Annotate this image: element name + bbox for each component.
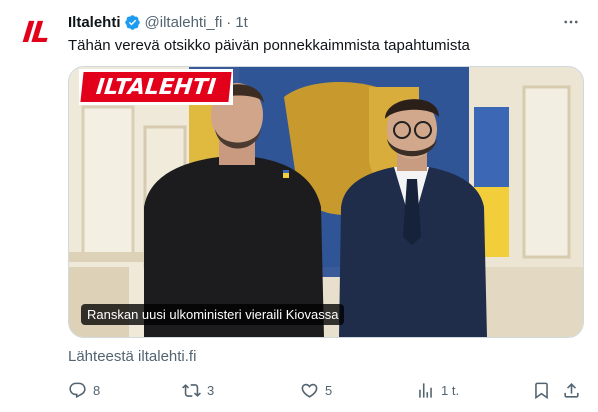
- iltalehti-logo: ILTALEHTI: [79, 69, 233, 105]
- share-button[interactable]: [562, 378, 581, 402]
- retweet-icon: [182, 383, 201, 397]
- tweet-header: Iltalehti @iltalehti_fi · 1t: [68, 11, 582, 33]
- like-button[interactable]: 5: [300, 378, 332, 402]
- header-separator: ·: [226, 13, 232, 31]
- views-icon: [419, 382, 432, 398]
- action-bar: 8 3 5 1 t.: [68, 378, 582, 402]
- bookmark-icon: [535, 382, 548, 399]
- link-card[interactable]: ILTALEHTI Ranskan uusi ulkoministeri vie…: [68, 66, 584, 338]
- iltalehti-logo-text: ILTALEHTI: [80, 72, 232, 102]
- account-name[interactable]: Iltalehti: [68, 14, 121, 31]
- avatar-logo: IL: [21, 15, 51, 49]
- share-icon: [564, 382, 579, 398]
- reply-count: 8: [93, 382, 101, 398]
- account-handle[interactable]: @iltalehti_fi: [145, 14, 223, 31]
- retweet-button[interactable]: 3: [182, 378, 214, 402]
- card-caption: Ranskan uusi ulkoministeri vieraili Kiov…: [81, 304, 345, 325]
- tweet-text: Tähän verevä otsikko päivän ponnekkaimmi…: [68, 37, 470, 54]
- bookmark-button[interactable]: [532, 378, 551, 402]
- more-options-icon[interactable]: [560, 11, 582, 33]
- reply-icon: [69, 382, 86, 398]
- views-button[interactable]: 1 t.: [416, 378, 459, 402]
- retweet-count: 3: [207, 382, 215, 398]
- like-count: 5: [325, 382, 333, 398]
- reply-button[interactable]: 8: [68, 378, 100, 402]
- verified-badge-icon: [124, 14, 141, 31]
- article-photo: [69, 67, 583, 337]
- views-count: 1 t.: [441, 382, 460, 398]
- card-source-link[interactable]: Lähteestä iltalehti.fi: [68, 348, 196, 365]
- avatar[interactable]: IL: [16, 12, 56, 52]
- heart-icon: [301, 383, 318, 398]
- tweet-timestamp[interactable]: 1t: [235, 14, 248, 31]
